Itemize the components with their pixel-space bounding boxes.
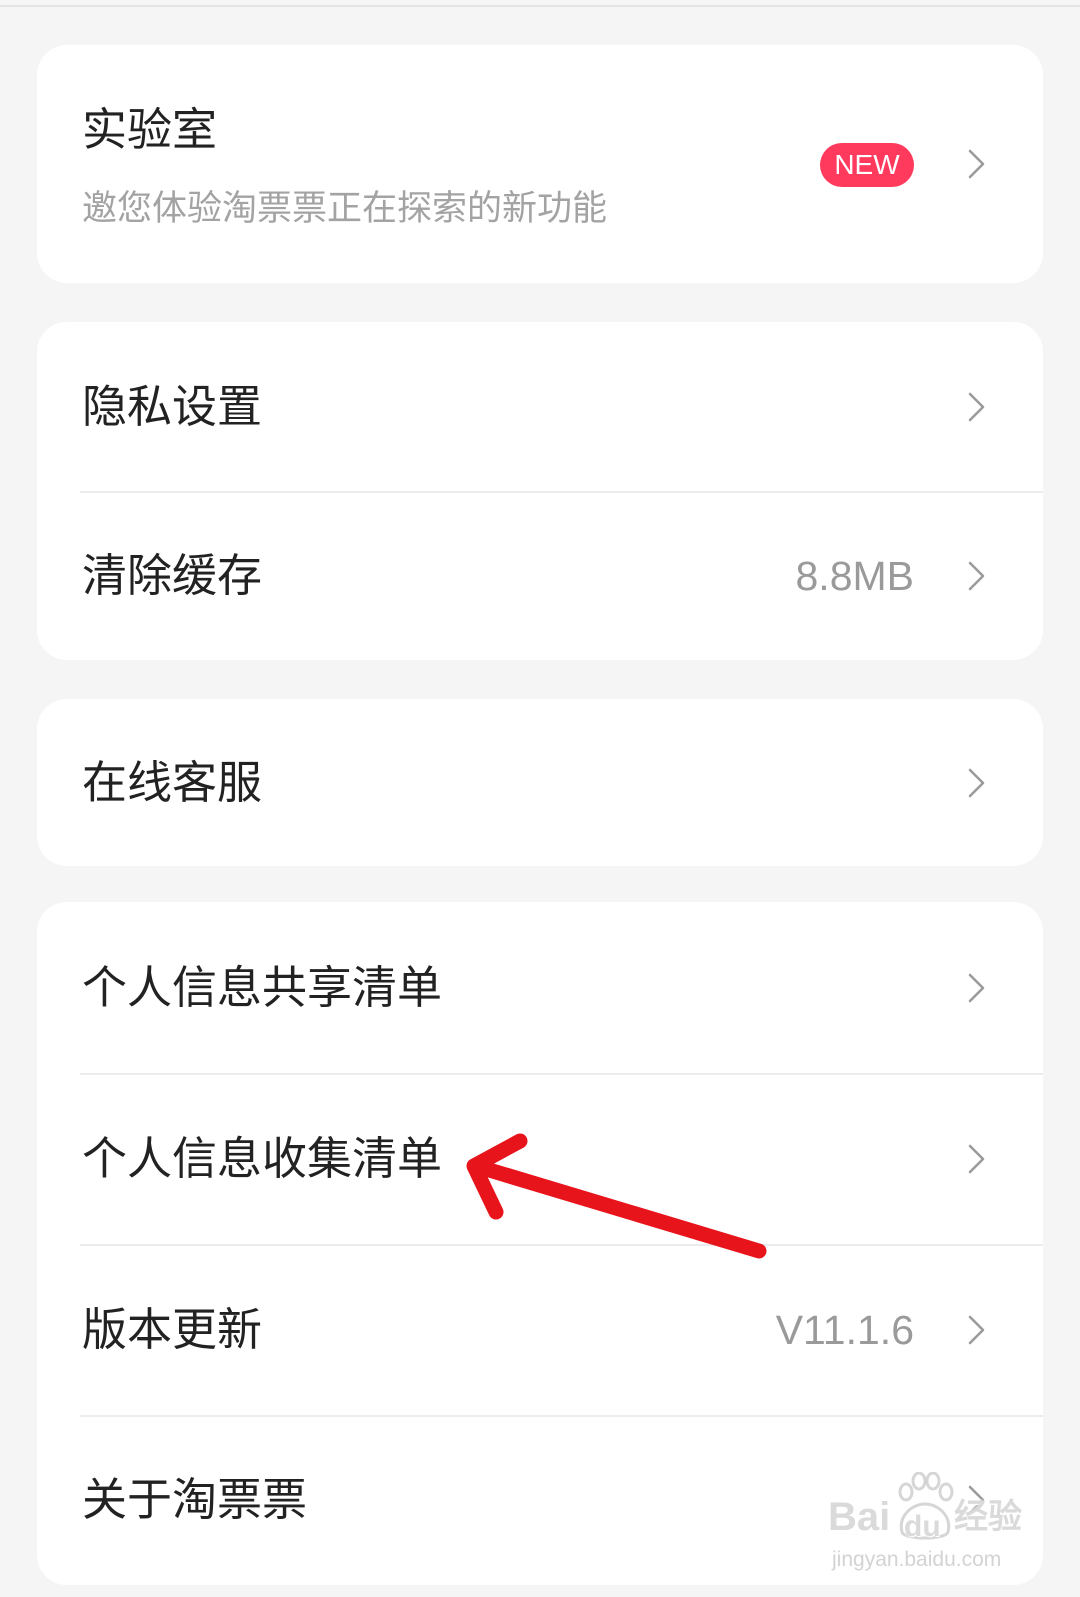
settings-item-clear-cache[interactable]: 清除缓存 8.8MB	[37, 491, 1043, 660]
chevron-right-icon	[968, 561, 985, 590]
lab-subtitle: 邀您体验淘票票正在探索的新功能	[82, 189, 608, 228]
chevron-right-icon	[968, 392, 985, 421]
row-divider	[80, 1244, 1043, 1246]
cache-size-value: 8.8MB	[795, 552, 915, 599]
settings-item-info-collection[interactable]: 个人信息收集清单	[37, 1073, 1043, 1244]
top-divider	[0, 5, 1080, 7]
settings-item-privacy[interactable]: 隐私设置	[37, 322, 1043, 491]
chevron-right-icon	[968, 973, 985, 1002]
settings-item-label: 关于淘票票	[82, 1474, 308, 1525]
version-value: V11.1.6	[775, 1306, 914, 1353]
lab-title: 实验室	[82, 104, 218, 155]
info-card: 个人信息共享清单 个人信息收集清单 版本更新 V11.1.6 关于淘票票	[37, 902, 1043, 1585]
privacy-cache-card: 隐私设置 清除缓存 8.8MB	[37, 322, 1043, 660]
settings-item-label: 版本更新	[82, 1303, 263, 1355]
chevron-right-icon	[968, 149, 985, 179]
settings-item-version-update[interactable]: 版本更新 V11.1.6	[37, 1244, 1043, 1415]
chevron-right-icon	[968, 1485, 985, 1515]
chevron-right-icon	[968, 1315, 985, 1344]
settings-item-label: 隐私设置	[82, 380, 263, 432]
service-card: 在线客服	[37, 699, 1043, 866]
chevron-right-icon	[968, 1144, 985, 1173]
row-divider	[80, 1415, 1043, 1417]
row-divider	[80, 491, 1043, 493]
settings-item-online-service[interactable]: 在线客服	[37, 699, 1043, 866]
settings-item-label: 个人信息收集清单	[82, 1132, 443, 1184]
settings-item-about[interactable]: 关于淘票票	[37, 1415, 1043, 1585]
row-divider	[80, 1073, 1043, 1075]
settings-item-label: 清除缓存	[82, 549, 263, 601]
chevron-right-icon	[968, 768, 985, 797]
settings-item-info-sharing[interactable]: 个人信息共享清单	[37, 902, 1043, 1073]
lab-card[interactable]: 实验室 邀您体验淘票票正在探索的新功能 NEW	[37, 45, 1043, 283]
settings-item-label: 在线客服	[82, 756, 263, 808]
settings-item-label: 个人信息共享清单	[82, 961, 443, 1013]
new-badge: NEW	[820, 143, 914, 187]
